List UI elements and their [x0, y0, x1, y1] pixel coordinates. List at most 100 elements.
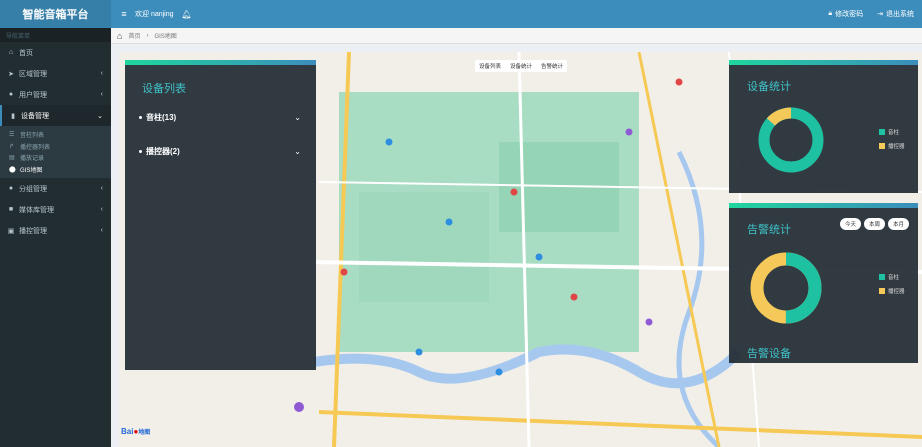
alarm-stats-panel: 告警统计 今天 本周 本月 音柱 播控器	[729, 203, 918, 363]
panel-accent-bar	[125, 60, 316, 65]
chevron-down-icon: ⌄	[97, 112, 103, 120]
chevron-left-icon: ‹	[100, 70, 103, 77]
baidu-logo: Bai●地图	[121, 427, 150, 436]
logout-icon: ⇥	[877, 11, 883, 18]
tab-device-list[interactable]: 设备列表	[479, 62, 501, 70]
change-password-button[interactable]: 🔒︎ 修改密码	[828, 9, 863, 19]
map-poi-icon[interactable]	[445, 218, 453, 226]
device-group-label: 播控器(2)	[146, 146, 180, 156]
sidebar-item-region[interactable]: ➤ 区域管理 ‹	[0, 63, 111, 84]
logout-label: 退出系统	[886, 11, 914, 18]
alarm-period-buttons: 今天 本周 本月	[839, 218, 909, 230]
chevron-left-icon: ‹	[100, 91, 103, 98]
list-icon: ☰	[9, 132, 15, 139]
map-river	[676, 150, 721, 447]
submenu-label: 播放记录	[20, 156, 45, 163]
bullet-icon	[139, 115, 142, 119]
media-icon: ■	[8, 206, 14, 213]
map-road	[318, 410, 922, 439]
device-stats-legend: 音柱 播控器	[879, 128, 905, 150]
users-icon: ●	[8, 91, 14, 98]
legend-label: 播控器	[888, 144, 905, 150]
home-icon: ⌂	[8, 49, 14, 56]
chevron-left-icon: ‹	[100, 185, 103, 192]
submenu-label: 音柱列表	[20, 133, 45, 140]
map-poi-icon[interactable]	[510, 188, 518, 196]
legend-item: 音柱	[879, 128, 905, 136]
lock-icon: 🔒︎	[828, 10, 833, 17]
legend-swatch	[879, 274, 885, 280]
top-header: ≡ 欢迎 nanjing 🔔︎ 🔒︎ 修改密码 ⇥ 退出系统	[111, 0, 922, 28]
device-list-panel: 设备列表 音柱(13) ⌄ 播控器(2) ⌄	[125, 60, 316, 370]
map-green-area	[359, 192, 489, 302]
app-title[interactable]: 智能音箱平台	[0, 0, 111, 28]
submenu-controller-list[interactable]: ↱ 播控器列表	[0, 141, 111, 153]
map-poi-icon[interactable]	[535, 253, 543, 261]
sidebar-item-broadcast[interactable]: ▣ 播控管理 ‹	[0, 220, 111, 241]
map-poi-icon[interactable]	[675, 78, 683, 86]
panel-title: 设备列表	[142, 83, 186, 95]
map-poi-icon[interactable]	[625, 128, 633, 136]
breadcrumb-separator: ›	[146, 32, 149, 39]
legend-label: 音柱	[888, 275, 900, 281]
baidu-logo-text: Bai	[121, 427, 134, 436]
map-poi-icon[interactable]	[415, 348, 423, 356]
submenu-label: GIS地图	[20, 167, 43, 174]
week-button[interactable]: 本周	[863, 218, 885, 230]
alarm-stats-donut	[750, 252, 822, 324]
alarm-devices-title: 告警设备	[747, 348, 791, 360]
map-poi-icon[interactable]	[340, 268, 348, 276]
device-stats-donut	[758, 107, 824, 173]
map-poi-icon[interactable]	[385, 138, 393, 146]
submenu-play-records[interactable]: ▤ 播放记录	[0, 152, 111, 164]
map-poi-icon[interactable]	[294, 402, 304, 412]
nav-header: 导航菜单	[0, 28, 111, 42]
device-submenu: ☰ 音柱列表 ↱ 播控器列表 ▤ 播放记录 ⬤ GIS地图	[0, 126, 111, 178]
sidebar-item-label: 区域管理	[19, 70, 47, 78]
breadcrumb-home[interactable]: 首页	[128, 31, 140, 40]
send-icon: ➤	[8, 70, 14, 78]
device-group-label: 音柱(13)	[146, 112, 177, 122]
sidebar-item-label: 设备管理	[21, 112, 49, 120]
submenu-speaker-list[interactable]: ☰ 音柱列表	[0, 129, 111, 141]
map-poi-icon[interactable]	[645, 318, 653, 326]
sidebar-item-label: 分组管理	[19, 185, 47, 193]
chevron-down-icon[interactable]: ⌄	[294, 147, 301, 156]
legend-item: 播控器	[879, 287, 905, 295]
sidebar-item-label: 用户管理	[19, 91, 47, 99]
welcome-text: 欢迎 nanjing	[135, 11, 174, 18]
file-icon: ▤	[9, 155, 15, 162]
sidebar-item-media[interactable]: ■ 媒体库管理 ‹	[0, 199, 111, 220]
sidebar-item-home[interactable]: ⌂ 首页	[0, 42, 111, 63]
alarm-stats-legend: 音柱 播控器	[879, 273, 905, 295]
tab-device-stats[interactable]: 设备统计	[510, 62, 532, 70]
broadcast-icon: ▣	[7, 227, 15, 235]
baidu-map-text: 地图	[138, 430, 151, 436]
breadcrumb: ⌂ 首页 › GIS地图	[111, 28, 922, 44]
bell-icon[interactable]: 🔔︎	[182, 10, 192, 19]
month-button[interactable]: 本月	[887, 218, 909, 230]
submenu-label: 播控器列表	[20, 144, 51, 151]
submenu-gis-map[interactable]: ⬤ GIS地图	[0, 164, 111, 176]
device-group-controllers[interactable]: 播控器(2) ⌄	[139, 144, 301, 158]
bullet-icon	[139, 149, 142, 153]
sidebar-item-devices[interactable]: ▮ 设备管理 ⌄	[0, 105, 111, 126]
today-button[interactable]: 今天	[839, 218, 861, 230]
logout-button[interactable]: ⇥ 退出系统	[877, 9, 914, 19]
legend-item: 音柱	[879, 273, 905, 281]
panel-accent-bar	[729, 203, 918, 208]
device-icon: ▮	[11, 112, 15, 120]
chevron-down-icon[interactable]: ⌄	[294, 113, 301, 122]
sidebar: 智能音箱平台 导航菜单 ⌂ 首页 ➤ 区域管理 ‹ ● 用户管理 ‹ ▮ 设备管…	[0, 0, 111, 447]
map-poi-icon[interactable]	[495, 368, 503, 376]
chevron-left-icon: ‹	[100, 206, 103, 213]
sidebar-item-groups[interactable]: ● 分组管理 ‹	[0, 178, 111, 199]
device-group-speakers[interactable]: 音柱(13) ⌄	[139, 110, 301, 124]
home-icon[interactable]: ⌂	[117, 31, 122, 41]
panel-title: 设备统计	[747, 81, 791, 93]
sidebar-item-users[interactable]: ● 用户管理 ‹	[0, 84, 111, 105]
legend-item: 播控器	[879, 142, 905, 150]
tab-alarm-stats[interactable]: 告警统计	[541, 62, 563, 70]
map-poi-icon[interactable]	[570, 293, 578, 301]
hamburger-icon[interactable]: ≡	[115, 9, 133, 19]
